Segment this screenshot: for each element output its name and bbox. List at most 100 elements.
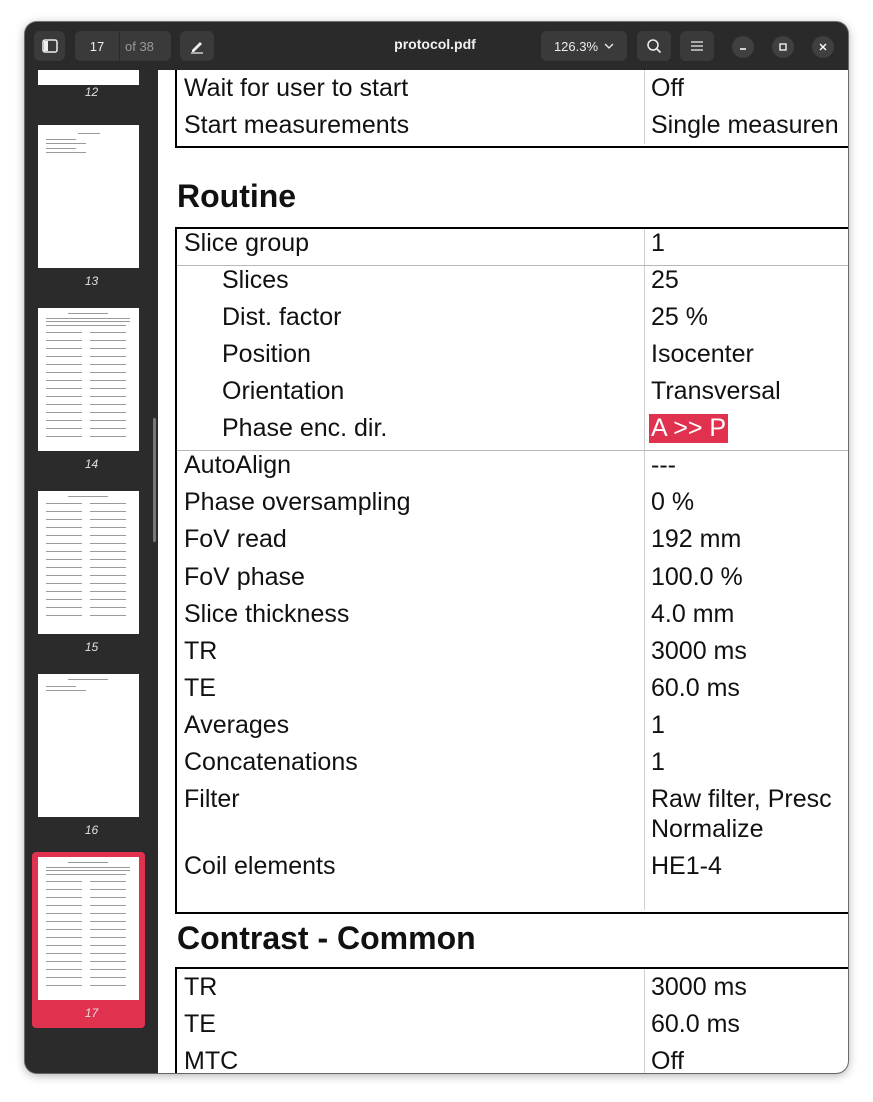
param-name: Dist. factor: [222, 303, 342, 331]
param-name: Slices: [222, 266, 289, 294]
main-menu-button[interactable]: [680, 31, 714, 61]
page-thumbnail: [38, 70, 139, 85]
table-row: Wait for user to start Off: [177, 74, 848, 111]
minimize-button[interactable]: [732, 36, 754, 58]
param-value: Isocenter: [651, 340, 754, 368]
thumbnail-sidebar: 12 13 14 15 16 17: [25, 70, 158, 1073]
contrast-table: TR 3000 ms TE 60.0 ms MTC Off: [175, 967, 848, 1073]
page-thumbnail: [38, 308, 139, 451]
table-row: Filter Raw filter, Presc Normalize: [177, 785, 848, 851]
param-value: 1: [651, 229, 665, 257]
table-row: Dist. factor 25 %: [177, 303, 848, 340]
param-value: 1: [651, 748, 665, 776]
param-value: 1: [651, 711, 665, 739]
zoom-dropdown[interactable]: 126.3%: [541, 31, 627, 61]
annotate-button[interactable]: [180, 31, 214, 61]
page-count-label: of 38: [125, 38, 154, 54]
table-row: MTC Off: [177, 1047, 848, 1073]
param-value: 0 %: [651, 488, 695, 516]
param-name: Orientation: [222, 377, 345, 405]
chevron-down-icon: [604, 43, 614, 49]
param-name: Averages: [184, 711, 290, 739]
sidebar-icon: [41, 39, 58, 53]
param-name: AutoAlign: [184, 451, 292, 479]
param-value: 192 mm: [651, 525, 742, 553]
titlebar: 17 of 38 protocol.pdf 126.3%: [25, 22, 848, 70]
param-name: Wait for user to start: [184, 74, 409, 102]
page-number-input[interactable]: 17: [75, 31, 120, 61]
previous-section-table: Wait for user to start Off Start measure…: [175, 70, 848, 148]
param-name: Position: [222, 340, 311, 368]
table-row: Orientation Transversal: [177, 377, 848, 414]
param-value: ---: [651, 451, 676, 479]
param-name: Start measurements: [184, 111, 410, 139]
sidebar-toggle-button[interactable]: [34, 31, 65, 61]
param-value-continued: Normalize: [651, 815, 764, 843]
param-name: FoV phase: [184, 563, 305, 591]
param-value: 100.0 %: [651, 563, 743, 591]
param-name: Slice thickness: [184, 600, 350, 628]
maximize-button[interactable]: [772, 36, 794, 58]
page-navigator: 17 of 38: [75, 31, 171, 61]
param-name: Coil elements: [184, 852, 336, 880]
table-row: Slice group 1: [177, 229, 848, 266]
param-value: 25: [651, 266, 679, 294]
param-name: TE: [184, 1010, 216, 1038]
section-heading-contrast-common: Contrast - Common: [177, 920, 476, 956]
param-value: Off: [651, 74, 684, 102]
pen-icon: [191, 42, 203, 54]
thumbnail-label: 17: [84, 1006, 99, 1020]
param-name: Filter: [184, 785, 240, 813]
document-title: protocol.pdf: [394, 36, 476, 52]
param-name: Concatenations: [184, 748, 358, 776]
page-thumbnail: [38, 491, 139, 634]
table-row: Position Isocenter: [177, 340, 848, 377]
table-row: Slices 25: [177, 266, 848, 303]
maximize-icon: [779, 43, 787, 51]
param-value: 4.0 mm: [651, 600, 735, 628]
close-button[interactable]: [812, 36, 834, 58]
table-row: TE 60.0 ms: [177, 1010, 848, 1047]
param-value: 3000 ms: [651, 637, 747, 665]
table-row: FoV read 192 mm: [177, 525, 848, 562]
table-row: Averages 1: [177, 711, 848, 748]
param-name: TR: [184, 973, 218, 1001]
param-value: Off: [651, 1047, 684, 1073]
zoom-level: 126.3%: [553, 38, 599, 54]
search-icon: [647, 39, 662, 54]
hamburger-menu-icon: [691, 41, 703, 51]
document-view: Wait for user to start Off Start measure…: [158, 70, 848, 1073]
param-name: Phase oversampling: [184, 488, 411, 516]
param-value: Transversal: [651, 377, 781, 405]
thumbnail-label: 14: [84, 457, 99, 471]
page-thumbnail: [38, 674, 139, 817]
param-name: TR: [184, 637, 218, 665]
param-value: 60.0 ms: [651, 674, 740, 702]
table-row: TR 3000 ms: [177, 637, 848, 674]
page-thumbnail: [38, 857, 139, 1000]
param-name: TE: [184, 674, 216, 702]
minimize-icon: [740, 48, 746, 50]
table-row: Phase oversampling 0 %: [177, 488, 848, 525]
table-row: FoV phase 100.0 %: [177, 563, 848, 600]
param-value: 60.0 ms: [651, 1010, 740, 1038]
table-row: Start measurements Single measuren: [177, 111, 848, 148]
table-row: Phase enc. dir. A >> P: [177, 414, 848, 451]
search-button[interactable]: [637, 31, 671, 61]
param-value: Raw filter, Presc: [651, 785, 832, 813]
routine-table: Slice group 1 Slices 25 Dist. factor 25 …: [175, 227, 848, 914]
param-name: Phase enc. dir.: [222, 414, 388, 442]
param-value: 25 %: [651, 303, 708, 331]
thumbnail-label: 12: [84, 85, 99, 99]
table-row: TE 60.0 ms: [177, 674, 848, 711]
sidebar-scrollbar[interactable]: [153, 418, 156, 542]
thumbnail-label: 15: [84, 640, 99, 654]
thumbnail-label: 13: [84, 274, 99, 288]
search-highlight: A >> P: [649, 414, 729, 443]
page-thumbnail: [38, 125, 139, 268]
thumbnail-label: 16: [84, 823, 99, 837]
table-row: Coil elements HE1-4: [177, 852, 848, 889]
table-row: TR 3000 ms: [177, 973, 848, 1010]
param-name: FoV read: [184, 525, 287, 553]
table-row: Slice thickness 4.0 mm: [177, 600, 848, 637]
